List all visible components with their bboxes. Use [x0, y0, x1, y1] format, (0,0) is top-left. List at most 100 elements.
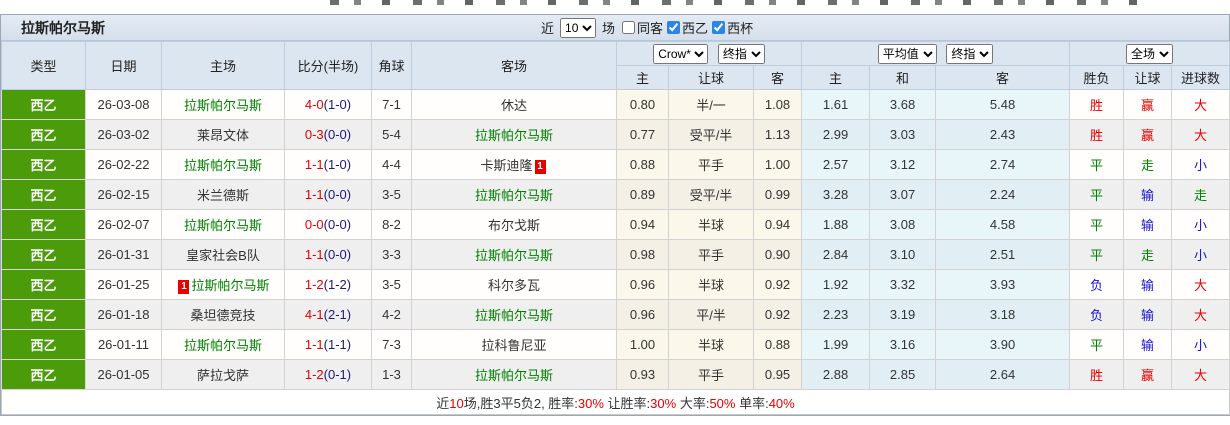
result-cell: 平	[1069, 209, 1125, 240]
fulltime-score: 1-1	[304, 247, 324, 262]
team-name[interactable]: 拉斯帕尔马斯	[475, 368, 553, 383]
away-team-cell: 布尔戈斯	[411, 209, 617, 240]
result-cell: 胜	[1069, 89, 1125, 120]
result-cell: 赢	[1123, 359, 1173, 390]
score-cell: 4-1(2-1)	[284, 299, 372, 330]
team-history-widget: 拉斯帕尔马斯 近 10 场 同客 西乙 西杯 类型 日期 主场 比分(半场) 角…	[0, 14, 1230, 416]
result-cell: 小	[1171, 209, 1230, 240]
handicap-odds-cell: 1.00	[616, 329, 669, 360]
corner-cell: 3-5	[371, 269, 412, 300]
team-name[interactable]: 拉斯帕尔马斯	[475, 308, 553, 323]
recent-count-select[interactable]: 10	[560, 17, 597, 38]
filter-checkbox-label: 西杯	[712, 18, 753, 37]
league-cell: 西乙	[1, 209, 86, 240]
scope-select[interactable]: 全场	[1126, 43, 1174, 64]
score-cell: 1-1(0-0)	[284, 179, 372, 210]
filter-checkbox-label: 西乙	[667, 18, 708, 37]
europe-odds-cell: 4.58	[935, 209, 1071, 240]
team-name[interactable]: 桑坦德竞技	[190, 308, 255, 323]
home-team-cell: 拉斯帕尔马斯	[161, 89, 285, 120]
team-name[interactable]: 拉斯帕尔马斯	[184, 158, 262, 173]
team-name[interactable]: 休达	[501, 98, 527, 113]
fulltime-score: 4-1	[304, 307, 324, 322]
filter-checkbox[interactable]	[622, 21, 636, 34]
result-cell: 大	[1171, 299, 1230, 330]
home-team-cell: 皇家社会B队	[161, 239, 285, 270]
result-cell: 负	[1069, 299, 1125, 330]
result-cell: 大	[1171, 89, 1230, 120]
odds-stage-select-2[interactable]: 终指	[946, 43, 994, 64]
handicap-odds-cell: 0.90	[752, 239, 803, 270]
team-name[interactable]: 拉斯帕尔马斯	[475, 188, 553, 203]
away-team-cell: 拉斯帕尔马斯	[411, 119, 617, 150]
team-title: 拉斯帕尔马斯	[21, 19, 105, 36]
europe-odds-group-header: 平均值 终指	[801, 41, 1071, 66]
team-name[interactable]: 拉斯帕尔马斯	[475, 248, 553, 263]
team-name[interactable]: 拉斯帕尔马斯	[184, 218, 262, 233]
home-team-cell: 桑坦德竞技	[161, 299, 285, 330]
result-cell: 负	[1069, 269, 1125, 300]
team-name[interactable]: 莱昂文体	[197, 128, 249, 143]
handicap-odds-cell: 0.93	[616, 359, 669, 390]
handicap-odds-cell: 0.80	[616, 89, 669, 120]
home-team-cell: 萨拉戈萨	[161, 359, 285, 390]
europe-odds-cell: 3.16	[869, 329, 937, 360]
filter-checkbox[interactable]	[712, 21, 726, 34]
filter-checkbox-group: 同客 西乙 西杯	[618, 18, 753, 37]
team-name[interactable]: 布尔戈斯	[488, 218, 540, 233]
handicap-odds-cell: 半/一	[668, 89, 754, 120]
table-row: 西乙 26-03-02 莱昂文体 0-3(0-0) 5-4 拉斯帕尔马斯 0.77 受平/半 1…	[1, 119, 1230, 150]
date-cell: 26-03-08	[85, 89, 162, 120]
footer-stat-segment: 10	[449, 395, 464, 411]
result-cell: 大	[1171, 359, 1230, 390]
footer-stat-segment: 场,胜3平5负2, 胜率:	[463, 395, 578, 411]
team-name[interactable]: 拉斯帕尔马斯	[475, 128, 553, 143]
europe-odds-cell: 3.18	[935, 299, 1071, 330]
handicap-odds-cell: 0.98	[616, 239, 669, 270]
europe-odds-cell: 2.51	[935, 239, 1071, 270]
footer-stat-segment: 单率:	[735, 395, 769, 411]
handicap-odds-cell: 0.94	[752, 209, 803, 240]
team-name[interactable]: 拉科鲁尼亚	[481, 338, 546, 353]
team-name[interactable]: 拉斯帕尔马斯	[184, 98, 262, 113]
odds-stage-select-1[interactable]: 终指	[717, 43, 765, 64]
fulltime-score: 4-0	[304, 97, 324, 112]
europe-odds-cell: 1.61	[801, 89, 871, 120]
league-cell: 西乙	[1, 149, 86, 180]
team-name[interactable]: 卡斯迪隆	[480, 158, 532, 173]
handicap-odds-cell: 平/半	[668, 299, 754, 330]
footer-row: 近10场,胜3平5负2, 胜率:30% 让胜率:30% 大率:50% 单率:40…	[0, 389, 1230, 415]
handicap-odds-cell: 1.00	[752, 149, 803, 180]
table-row: 西乙 26-02-22 拉斯帕尔马斯 1-1(1-0) 4-4 卡斯迪隆 1 0.88 平手 1.…	[1, 149, 1230, 180]
handicap-odds-cell: 0.77	[616, 119, 669, 150]
recent-label: 近	[541, 21, 555, 36]
subheader-away-odds: 客	[752, 65, 803, 90]
subheader-handicap-result: 让球	[1123, 65, 1173, 90]
handicap-odds-cell: 0.88	[752, 329, 803, 360]
team-name[interactable]: 拉斯帕尔马斯	[191, 278, 269, 293]
europe-odds-cell: 2.64	[935, 359, 1071, 390]
halftime-score: (1-0)	[323, 157, 352, 172]
team-name[interactable]: 拉斯帕尔马斯	[184, 338, 262, 353]
team-name[interactable]: 米兰德斯	[197, 188, 249, 203]
europe-odds-cell: 2.74	[935, 149, 1071, 180]
team-name[interactable]: 皇家社会B队	[186, 248, 260, 263]
europe-odds-cell: 1.92	[801, 269, 871, 300]
result-cell: 赢	[1123, 89, 1173, 120]
filter-checkbox[interactable]	[667, 21, 681, 34]
europe-odds-cell: 1.99	[801, 329, 871, 360]
team-name[interactable]: 萨拉戈萨	[197, 368, 249, 383]
odds-source-select[interactable]: Crow*	[653, 43, 709, 64]
filter-checkbox-label: 同客	[622, 18, 663, 37]
halftime-score: (1-2)	[323, 277, 352, 292]
avg-source-select[interactable]: 平均值	[877, 43, 937, 64]
footer-stat-segment: 50%	[709, 395, 736, 411]
europe-odds-cell: 2.23	[801, 299, 871, 330]
league-cell: 西乙	[1, 239, 86, 270]
europe-odds-cell: 3.32	[869, 269, 937, 300]
footer-stat-segment: 30%	[577, 395, 604, 411]
corner-cell: 7-1	[371, 89, 412, 120]
europe-odds-cell: 2.88	[801, 359, 871, 390]
team-name[interactable]: 科尔多瓦	[488, 278, 540, 293]
score-cell: 0-3(0-0)	[284, 119, 372, 150]
